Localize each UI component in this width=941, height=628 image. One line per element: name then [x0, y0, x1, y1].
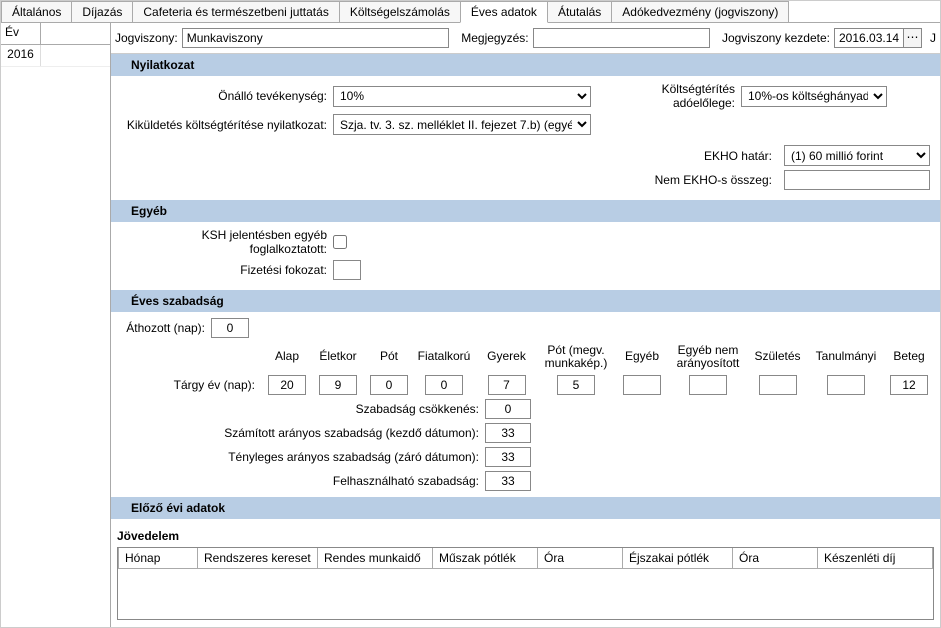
- tenyleges-label: Tényleges arányos szabadság (záró dátumo…: [121, 450, 485, 464]
- col-egyeb: Egyéb: [618, 350, 666, 363]
- col-alap: Alap: [267, 350, 307, 363]
- ktelolege-label: Költségtérítés adóelőlege:: [601, 82, 741, 110]
- felh-input[interactable]: [485, 471, 531, 491]
- year-value: 2016: [1, 45, 41, 66]
- kikuldetes-select[interactable]: Szja. tv. 3. sz. melléklet II. fejezet 7…: [333, 114, 591, 135]
- col-fiatalkoru: Fiatalkorú: [415, 350, 473, 363]
- megjegyzes-label: Megjegyzés:: [461, 31, 528, 45]
- targy-alap[interactable]: [268, 375, 306, 395]
- th-rendes[interactable]: Rendes munkaidő: [318, 548, 433, 569]
- col-egyeb-nem: Egyéb nem arányosított: [672, 344, 744, 369]
- top-row: Jogviszony: Megjegyzés: Jogviszony kezde…: [111, 23, 940, 54]
- targy-beteg[interactable]: [890, 375, 928, 395]
- ksh-checkbox[interactable]: [333, 235, 347, 249]
- jovedelem-label: Jövedelem: [117, 529, 934, 543]
- jogviszony-label: Jogviszony:: [115, 31, 178, 45]
- targy-fiatalkoru[interactable]: [425, 375, 463, 395]
- szamitott-label: Számított arányos szabadság (kezdő dátum…: [121, 426, 485, 440]
- year-panel: Év 2016: [1, 23, 111, 627]
- ekho-hatar-select[interactable]: (1) 60 millió forint: [784, 145, 930, 166]
- th-honap[interactable]: Hónap: [118, 548, 198, 569]
- athozott-input[interactable]: [211, 318, 249, 338]
- ktelolege-select[interactable]: 10%-os költséghányad: [741, 86, 887, 107]
- targy-egyeb-nem[interactable]: [689, 375, 727, 395]
- tab-adokedvezmeny[interactable]: Adókedvezmény (jogviszony): [611, 1, 789, 22]
- th-rendszeres[interactable]: Rendszeres kereset: [198, 548, 318, 569]
- section-nyilatkozat: Nyilatkozat: [111, 54, 940, 76]
- col-tanulmanyi: Tanulmányi: [811, 350, 881, 363]
- section-elozo-evi: Előző évi adatok: [111, 497, 940, 519]
- year-row[interactable]: 2016: [1, 45, 110, 67]
- th-ora2[interactable]: Óra: [733, 548, 818, 569]
- targy-pot-megv[interactable]: [557, 375, 595, 395]
- year-header-label: Év: [1, 23, 41, 44]
- tab-dijazas[interactable]: Díjazás: [71, 1, 133, 22]
- section-eves-szabadsag: Éves szabadság: [111, 290, 940, 312]
- tab-strip: Általános Díjazás Cafeteria és természet…: [1, 1, 940, 23]
- col-szuletes: Születés: [750, 350, 805, 363]
- th-ora1[interactable]: Óra: [538, 548, 623, 569]
- csokk-label: Szabadság csökkenés:: [121, 402, 485, 416]
- col-eletkor: Életkor: [313, 350, 363, 363]
- onallo-label: Önálló tevékenység:: [121, 89, 333, 103]
- nem-ekho-label: Nem EKHO-s összeg:: [655, 173, 778, 187]
- tab-koltsegelszamolas[interactable]: Költségelszámolás: [339, 1, 461, 22]
- tab-altalanos[interactable]: Általános: [1, 1, 72, 22]
- targy-pot[interactable]: [370, 375, 408, 395]
- targy-eletkor[interactable]: [319, 375, 357, 395]
- targy-label: Tárgy év (nap):: [121, 378, 261, 392]
- col-pot-megv: Pót (megv. munkakép.): [540, 344, 612, 369]
- targy-szuletes[interactable]: [759, 375, 797, 395]
- targy-tanulmanyi[interactable]: [827, 375, 865, 395]
- kezdete-input[interactable]: [834, 28, 904, 48]
- targy-gyerek[interactable]: [488, 375, 526, 395]
- fokozat-input[interactable]: [333, 260, 361, 280]
- th-muszak[interactable]: Műszak pótlék: [433, 548, 538, 569]
- fokozat-label: Fizetési fokozat:: [121, 263, 333, 277]
- section-egyeb: Egyéb: [111, 200, 940, 222]
- col-beteg: Beteg: [887, 350, 931, 363]
- onallo-select[interactable]: 10%: [333, 86, 591, 107]
- tab-cafeteria[interactable]: Cafeteria és természetbeni juttatás: [132, 1, 339, 22]
- th-keszenleti[interactable]: Készenléti díj: [818, 548, 933, 569]
- kikuldetes-label: Kiküldetés költségtérítése nyilatkozat:: [121, 118, 333, 132]
- szamitott-input[interactable]: [485, 423, 531, 443]
- tenyleges-input[interactable]: [485, 447, 531, 467]
- col-gyerek: Gyerek: [479, 350, 534, 363]
- tab-eves-adatok[interactable]: Éves adatok: [460, 1, 548, 23]
- csokk-input[interactable]: [485, 399, 531, 419]
- table-body[interactable]: [118, 569, 933, 619]
- tab-atutalas[interactable]: Átutalás: [547, 1, 612, 22]
- jovedelem-table: Hónap Rendszeres kereset Rendes munkaidő…: [117, 547, 934, 620]
- megjegyzes-input[interactable]: [533, 28, 710, 48]
- targy-egyeb[interactable]: [623, 375, 661, 395]
- nem-ekho-input[interactable]: [784, 170, 930, 190]
- kezdete-label: Jogviszony kezdete:: [722, 31, 830, 45]
- col-pot: Pót: [369, 350, 409, 363]
- felh-label: Felhasználható szabadság:: [121, 474, 485, 488]
- ekho-hatar-label: EKHO határ:: [704, 149, 778, 163]
- main-panel: Jogviszony: Megjegyzés: Jogviszony kezde…: [111, 23, 940, 627]
- trailing-letter: J: [930, 31, 936, 45]
- jogviszony-input[interactable]: [182, 28, 450, 48]
- ksh-label: KSH jelentésben egyéb foglalkoztatott:: [121, 228, 333, 256]
- date-picker-icon[interactable]: ⋯: [904, 28, 922, 48]
- year-header: Év: [1, 23, 110, 45]
- table-header: Hónap Rendszeres kereset Rendes munkaidő…: [118, 548, 933, 569]
- th-ejszakai[interactable]: Éjszakai pótlék: [623, 548, 733, 569]
- athozott-label: Áthozott (nap):: [121, 321, 211, 335]
